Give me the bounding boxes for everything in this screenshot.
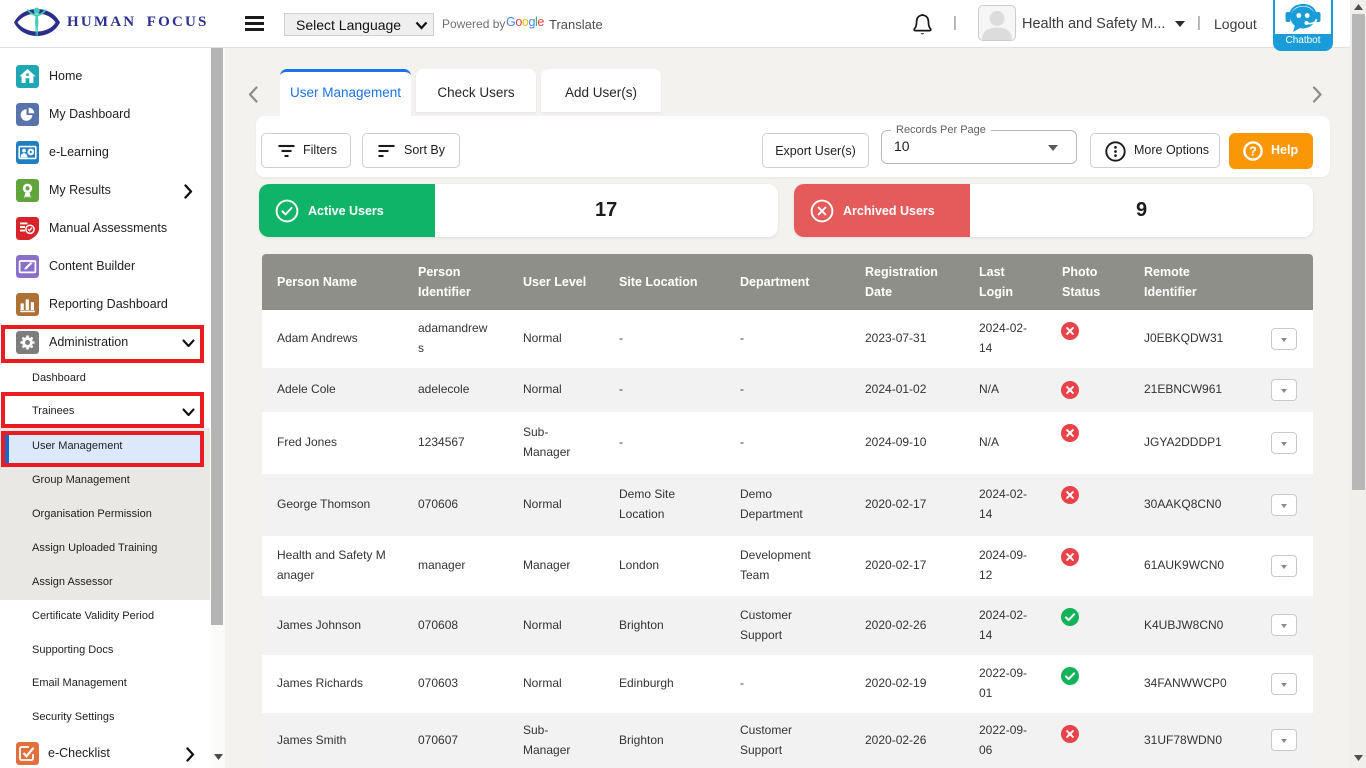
svg-text:?: ? xyxy=(1249,144,1257,158)
